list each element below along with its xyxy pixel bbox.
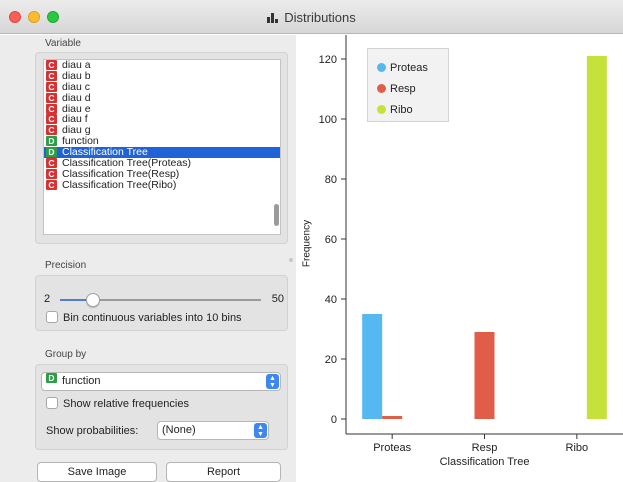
variable-list[interactable]: Cdiau a Cdiau b Cdiau c Cdiau d Cdiau e Cdiau…	[43, 59, 281, 235]
bin-continuous-checkbox[interactable]: Bin continuous variables into 10 bins	[46, 311, 242, 325]
legend-label: Proteas	[390, 62, 428, 74]
show-probabilities-value: (None)	[162, 424, 196, 436]
precision-max-label: 50	[271, 293, 284, 305]
legend-dot-icon	[377, 84, 386, 93]
continuous-variable-icon: C	[46, 168, 57, 179]
precision-slider-handle[interactable]	[86, 293, 101, 307]
bin-continuous-label: Bin continuous variables into 10 bins	[63, 312, 242, 324]
bar	[382, 416, 403, 419]
distribution-plot: 0 20 40 60 80 100 120 Proteas Resp Ribo Proteas Re…	[296, 35, 623, 482]
legend-dot-icon	[377, 63, 386, 72]
title-bar: Distributions	[0, 0, 623, 34]
legend-item: Proteas	[377, 61, 428, 75]
y-tick-label: 100	[319, 114, 337, 126]
continuous-variable-icon: C	[46, 179, 57, 190]
y-tick-label: 120	[319, 54, 337, 66]
combo-arrows-icon: ▲ ▼	[254, 423, 267, 438]
precision-box: 2 50 Bin continuous variables into 10 bi…	[35, 275, 288, 331]
relative-frequencies-label: Show relative frequencies	[63, 398, 189, 410]
x-tick-label: Resp	[472, 442, 498, 454]
continuous-variable-icon: C	[46, 92, 57, 103]
show-probabilities-combo[interactable]: (None) ▲ ▼	[157, 421, 269, 440]
variable-box: Cdiau a Cdiau b Cdiau c Cdiau d Cdiau e Cdiau…	[35, 52, 288, 244]
relative-frequencies-checkbox-box[interactable]	[46, 397, 58, 409]
group-by-box: Dfunction ▲ ▼ Show relative frequencies S…	[35, 364, 288, 450]
bar-chart: 0 20 40 60 80 100 120 Proteas Resp Ribo	[319, 35, 623, 454]
chart-legend: Proteas Resp Ribo	[367, 48, 449, 122]
precision-min-label: 2	[44, 293, 51, 305]
save-image-button[interactable]: Save Image	[37, 462, 157, 482]
variable-list-scrollbar[interactable]	[274, 204, 279, 226]
continuous-variable-icon: C	[46, 125, 57, 136]
continuous-variable-icon: C	[46, 60, 57, 70]
precision-label: Precision	[45, 260, 87, 271]
legend-item: Resp	[377, 82, 416, 96]
group-by-combo[interactable]: Dfunction ▲ ▼	[41, 372, 281, 391]
legend-label: Ribo	[390, 104, 413, 116]
continuous-variable-icon: C	[46, 81, 57, 92]
legend-dot-icon	[377, 105, 386, 114]
continuous-variable-icon: C	[46, 103, 57, 114]
bar	[474, 332, 495, 419]
legend-item: Ribo	[377, 103, 413, 117]
y-axis-label: Frequency	[301, 219, 313, 268]
continuous-variable-icon: C	[46, 70, 57, 81]
variable-label: Variable	[45, 38, 81, 49]
splitter-handle[interactable]	[289, 258, 293, 262]
discrete-variable-icon: D	[46, 147, 57, 158]
variable-list-item[interactable]: C Classification Tree(Ribo)	[44, 178, 280, 191]
variable-list-item-label: Classification Tree(Ribo)	[62, 178, 177, 191]
show-probabilities-label: Show probabilities:	[46, 425, 139, 437]
x-tick-label: Proteas	[373, 442, 411, 454]
discrete-variable-icon: D	[46, 373, 57, 383]
relative-frequencies-checkbox[interactable]: Show relative frequencies	[46, 397, 189, 411]
bin-continuous-checkbox-box[interactable]	[46, 311, 58, 323]
window-title-text: Distributions	[284, 10, 356, 25]
y-tick-label: 60	[325, 234, 337, 246]
x-tick-label: Ribo	[566, 442, 589, 454]
bar-chart-icon	[267, 13, 279, 23]
control-panel: Variable Cdiau a Cdiau b Cdiau c Cdiau d Cdi…	[0, 35, 296, 482]
y-tick-label: 20	[325, 354, 337, 366]
window-title: Distributions	[0, 10, 623, 25]
x-axis-label: Classification Tree	[439, 456, 530, 468]
bar	[362, 314, 383, 419]
y-tick-label: 0	[331, 414, 337, 426]
discrete-variable-icon: D	[46, 136, 57, 147]
group-by-label: Group by	[45, 349, 87, 360]
group-by-value: function	[62, 375, 101, 387]
precision-slider-track[interactable]	[60, 293, 261, 307]
continuous-variable-icon: C	[46, 114, 57, 125]
y-tick-label: 40	[325, 294, 337, 306]
precision-slider[interactable]: 2 50	[44, 292, 284, 308]
report-button[interactable]: Report	[166, 462, 281, 482]
continuous-variable-icon: C	[46, 158, 57, 169]
legend-label: Resp	[390, 83, 416, 95]
bar	[586, 56, 607, 419]
y-tick-label: 80	[325, 174, 337, 186]
combo-arrows-icon: ▲ ▼	[266, 374, 279, 389]
